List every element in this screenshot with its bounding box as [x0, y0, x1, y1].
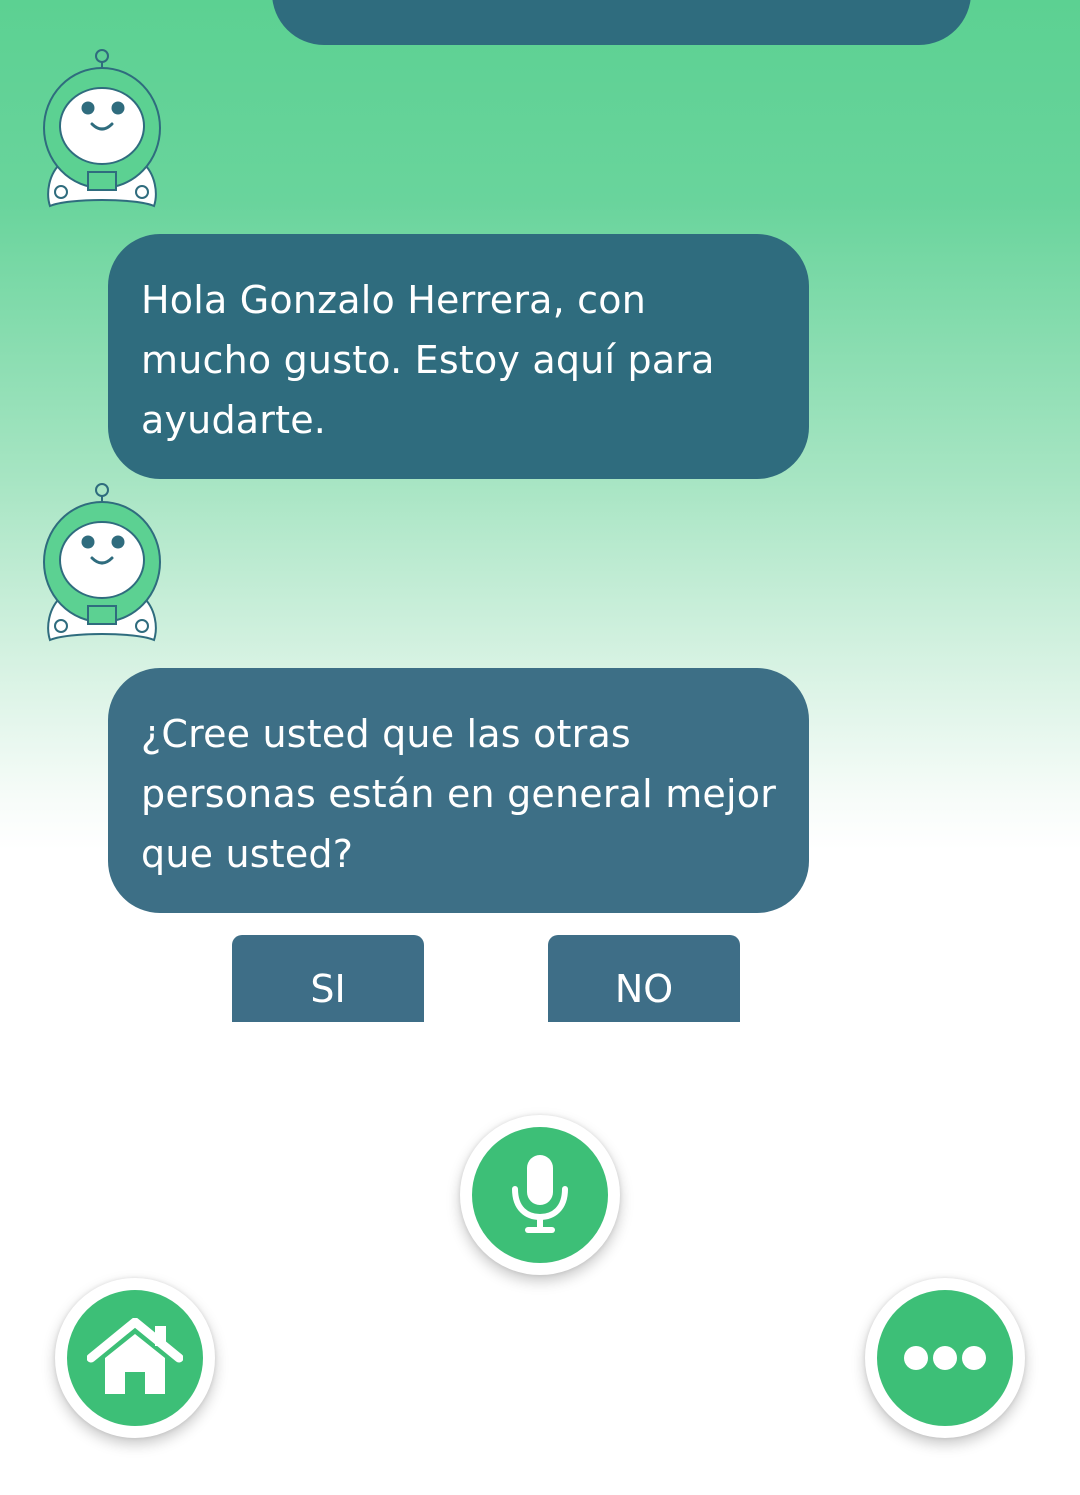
bot-question-text: ¿Cree usted que las otras personas están… — [141, 712, 777, 876]
robot-avatar-icon — [43, 483, 161, 642]
bot-message-text: Hola Gonzalo Herrera, con mucho gusto. E… — [141, 278, 715, 442]
microphone-button[interactable] — [460, 1115, 620, 1275]
more-options-button[interactable] — [865, 1278, 1025, 1438]
home-button[interactable] — [55, 1278, 215, 1438]
robot-avatar-icon — [43, 49, 161, 208]
answer-yes-button[interactable]: SI — [232, 935, 424, 1022]
more-dots-icon — [904, 1346, 986, 1370]
previous-message-bubble — [272, 0, 971, 45]
answer-no-button[interactable]: NO — [548, 935, 740, 1022]
bot-question-bubble: ¿Cree usted que las otras personas están… — [108, 668, 809, 913]
microphone-icon — [512, 1155, 568, 1233]
home-icon — [87, 1318, 183, 1394]
bot-message-bubble: Hola Gonzalo Herrera, con mucho gusto. E… — [108, 234, 809, 479]
